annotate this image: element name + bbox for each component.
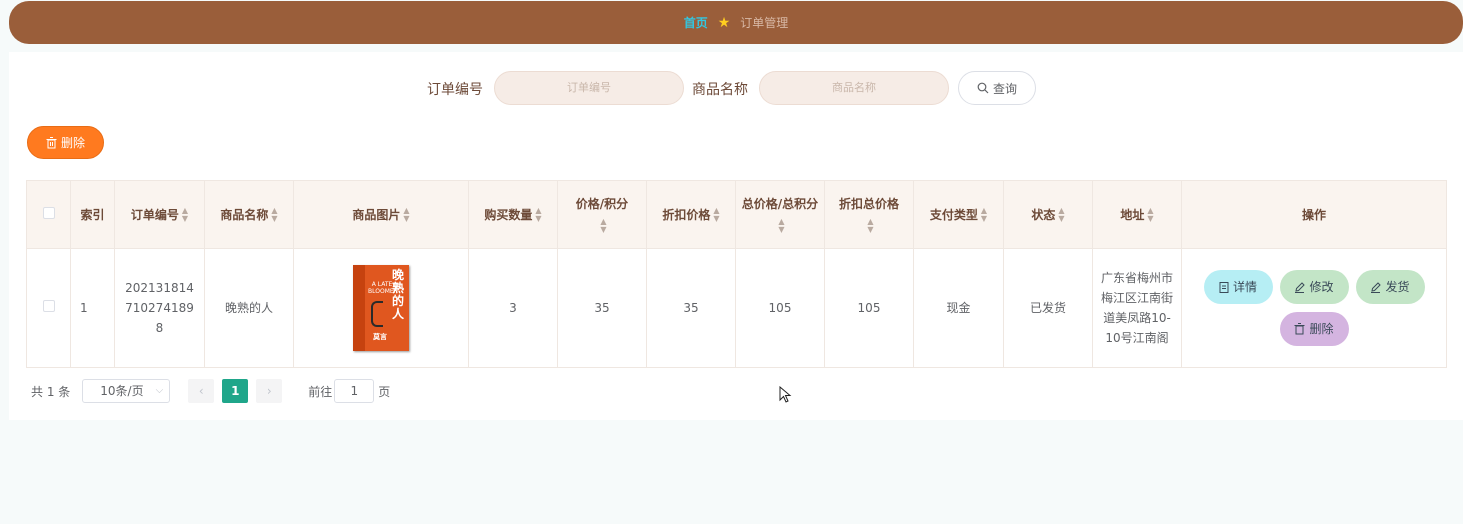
table-row: 1 2021318147102741898 晚熟的人 晚熟的人 A LATE B… [26,248,1447,368]
page-size-select[interactable]: 10条/页 ⌵ [82,379,171,403]
edit-icon [1295,281,1306,293]
batch-delete-button[interactable]: 删除 [27,126,104,159]
cell-actions: 详情 修改 发货 删除 [1181,248,1447,368]
header-actions: 操作 [1181,180,1447,249]
sort-icon[interactable]: ▲ ▼ [535,207,541,223]
chevron-left-icon: ‹ [198,384,204,398]
cell-product-image: 晚熟的人 A LATE BLOOMER 莫言 [293,248,469,368]
query-button[interactable]: 查询 [958,71,1036,105]
pagination: 共 1 条 10条/页 ⌵ ‹ 1 › 前往 1 页 [31,379,390,403]
cell-pay-type: 现金 [913,248,1004,368]
header-quantity[interactable]: 购买数量 ▲ ▼ [468,180,558,249]
detail-button[interactable]: 详情 [1203,270,1273,304]
cell-discount-price: 35 [646,248,736,368]
pagination-total: 共 1 条 [31,384,71,399]
sort-icon[interactable]: ▲ ▼ [778,218,784,234]
cell-total: 105 [735,248,825,368]
star-icon: ★ [717,14,731,31]
chevron-right-icon: › [266,384,272,398]
page-unit-label: 页 [378,384,391,399]
sort-icon[interactable]: ▲ ▼ [981,207,987,223]
product-name-label: 商品名称 [692,82,748,98]
prev-page-button[interactable]: ‹ [188,379,215,403]
sort-icon[interactable]: ▲ ▼ [1147,207,1153,223]
ship-button[interactable]: 发货 [1355,270,1425,304]
header-product-name[interactable]: 商品名称 ▲ ▼ [204,180,294,249]
next-page-button[interactable]: › [256,379,283,403]
header-discount-price[interactable]: 折扣价格 ▲ ▼ [646,180,736,249]
header-discount-total[interactable]: 折扣总价格 ▲ ▼ [824,180,914,249]
table-header-row: 索引 订单编号 ▲ ▼ 商品名称 ▲ ▼ 商品图片 ▲ ▼ 购买数量 ▲ ▼ 价格/积分 ▲ ▼ 折… [26,180,1447,249]
book-title: 晚熟的人 [391,268,404,321]
cell-order-no: 2021318147102741898 [114,248,205,368]
search-icon [977,82,989,94]
row-checkbox[interactable] [42,300,55,312]
sort-icon[interactable]: ▲ ▼ [600,218,606,234]
header-index: 索引 [70,180,115,249]
order-no-input[interactable]: 订单编号 [494,71,684,105]
sort-icon[interactable]: ▲ ▼ [271,207,277,223]
batch-delete-label: 删除 [60,136,85,150]
header-product-image[interactable]: 商品图片 ▲ ▼ [293,180,469,249]
orders-table: 索引 订单编号 ▲ ▼ 商品名称 ▲ ▼ 商品图片 ▲ ▼ 购买数量 ▲ ▼ 价格/积分 ▲ ▼ 折… [26,180,1447,368]
header-order-no[interactable]: 订单编号 ▲ ▼ [114,180,205,249]
order-no-label: 订单编号 [427,82,483,98]
trash-icon [1294,323,1305,335]
sort-icon[interactable]: ▲ ▼ [867,218,873,234]
sort-icon[interactable]: ▲ ▼ [182,207,188,223]
goto-label: 前往 [308,384,333,399]
sort-icon[interactable]: ▲ ▼ [403,207,409,223]
header-pay-type[interactable]: 支付类型 ▲ ▼ [913,180,1004,249]
query-button-label: 查询 [992,81,1017,96]
header-total[interactable]: 总价格/总积分▲ ▼ [735,180,825,249]
cell-status: 已发货 [1003,248,1093,368]
breadcrumb-current: 订单管理 [740,16,789,30]
cell-quantity: 3 [468,248,558,368]
header-price[interactable]: 价格/积分 ▲ ▼ [557,180,647,249]
edit-button[interactable]: 修改 [1279,270,1349,304]
cell-product-name: 晚熟的人 [204,248,294,368]
chevron-down-icon: ⌵ [155,385,164,396]
cell-index: 1 [70,248,115,368]
cell-price: 35 [557,248,647,368]
mouse-cursor-icon [779,386,792,403]
product-image[interactable]: 晚熟的人 A LATE BLOOMER 莫言 [353,265,409,351]
document-icon [1219,281,1229,293]
sort-icon[interactable]: ▲ ▼ [713,207,719,223]
select-all-checkbox[interactable] [42,206,55,219]
book-author: 莫言 [373,333,387,341]
product-name-input[interactable]: 商品名称 [759,71,949,105]
header-address[interactable]: 地址 ▲ ▼ [1092,180,1182,249]
sort-icon[interactable]: ▲ ▼ [1058,207,1064,223]
cell-discount-total: 105 [824,248,914,368]
goto-page-input[interactable]: 1 [334,379,375,403]
breadcrumb-bar: 首页 ★ 订单管理 [9,1,1463,44]
edit-icon [1371,281,1382,293]
header-status[interactable]: 状态 ▲ ▼ [1003,180,1093,249]
search-form: 订单编号 订单编号 商品名称 商品名称 查询 [0,71,1463,105]
book-subtitle: A LATE BLOOMER [368,281,398,295]
trash-icon [46,136,57,148]
delete-button[interactable]: 删除 [1279,312,1349,346]
cell-address: 广东省梅州市梅江区江南街道美凤路10-10号江南阁 [1092,248,1182,368]
select-all-header [26,180,71,249]
breadcrumb-home[interactable]: 首页 [684,14,708,31]
row-select-cell [26,248,71,368]
page-number-1[interactable]: 1 [222,379,249,403]
